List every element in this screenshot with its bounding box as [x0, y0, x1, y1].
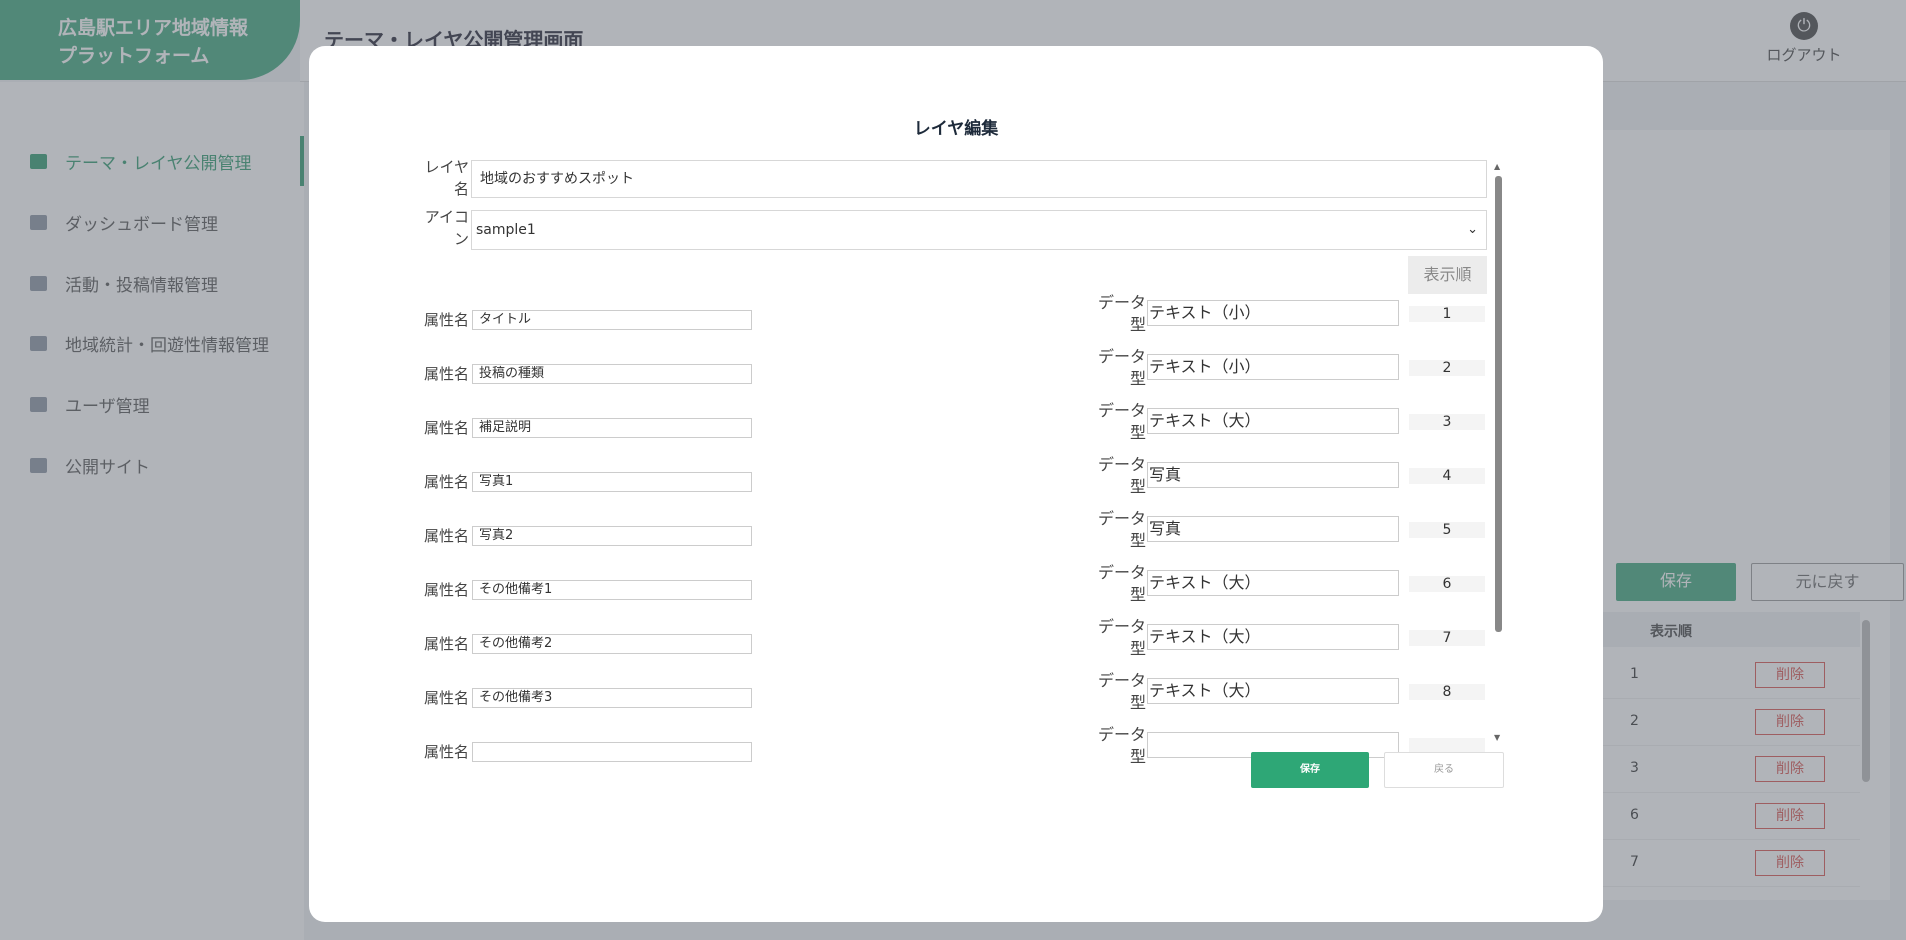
attribute-name-label: 属性名 [423, 473, 469, 491]
layer-edit-modal: レイヤ編集 レイヤ 名 地域のおすすめスポット アイコ ン sample1 ⌄ … [309, 46, 1603, 922]
attribute-name-label: 属性名 [423, 527, 469, 545]
layer-name-input[interactable]: 地域のおすすめスポット [471, 160, 1487, 198]
attribute-name-label: 属性名 [423, 581, 469, 599]
attribute-name-input[interactable]: 写真2 [472, 526, 752, 546]
data-type-label: データ 型 [1097, 347, 1146, 388]
display-order-field[interactable]: 6 [1409, 576, 1485, 592]
attribute-row: 属性名 補足説明 データ 型 テキスト（大） 3 [409, 401, 1501, 456]
display-order-field[interactable]: 5 [1409, 522, 1485, 538]
attribute-row: 属性名 写真1 データ 型 写真 4 [409, 455, 1501, 510]
attribute-row: 属性名 投稿の種類 データ 型 テキスト（小） 2 [409, 347, 1501, 402]
attribute-row: 属性名 写真2 データ 型 写真 5 [409, 509, 1501, 564]
attribute-name-input[interactable]: 補足説明 [472, 418, 752, 438]
display-order-field[interactable]: 1 [1409, 306, 1485, 322]
attribute-name-input[interactable] [472, 742, 752, 762]
attribute-name-label: 属性名 [423, 635, 469, 653]
attribute-name-input[interactable]: 投稿の種類 [472, 364, 752, 384]
data-type-label: データ 型 [1097, 294, 1146, 334]
data-type-label: データ 型 [1097, 617, 1146, 658]
scroll-down-icon[interactable]: ▼ [1494, 733, 1500, 742]
attribute-name-label: 属性名 [423, 689, 469, 707]
icon-label: アイコ ン [424, 208, 469, 248]
display-order-field[interactable]: 2 [1409, 360, 1485, 376]
display-order-field[interactable]: 3 [1409, 414, 1485, 430]
data-type-field[interactable]: テキスト（大） [1147, 570, 1399, 596]
modal-title: レイヤ編集 [913, 119, 999, 139]
display-order-field[interactable]: 4 [1409, 468, 1485, 484]
data-type-label: データ 型 [1097, 509, 1146, 550]
chevron-down-icon: ⌄ [1467, 222, 1478, 237]
attribute-name-input[interactable]: その他備考3 [472, 688, 752, 708]
data-type-label: データ 型 [1097, 455, 1146, 496]
icon-select[interactable]: sample1 ⌄ [471, 210, 1487, 250]
attribute-row: 属性名 その他備考2 データ 型 テキスト（大） 7 [409, 617, 1501, 672]
attribute-name-label: 属性名 [423, 419, 469, 437]
data-type-field[interactable]: 写真 [1147, 462, 1399, 488]
attribute-list: 属性名 タイトル データ 型 テキスト（小） 1 属性名 投稿の種類 データ 型… [409, 294, 1501, 790]
scroll-up-icon[interactable]: ▲ [1494, 162, 1500, 171]
icon-select-value: sample1 [476, 222, 536, 238]
attribute-scrollbar[interactable]: ▲ ▼ [1493, 162, 1505, 742]
data-type-label: データ 型 [1097, 401, 1146, 442]
attribute-name-label: 属性名 [423, 311, 469, 329]
data-type-label: データ 型 [1097, 671, 1146, 712]
attribute-name-input[interactable]: その他備考1 [472, 580, 752, 600]
attribute-name-label: 属性名 [423, 365, 469, 383]
order-column-header: 表示順 [1408, 256, 1487, 294]
display-order-field[interactable]: 8 [1409, 684, 1485, 700]
data-type-label: データ 型 [1097, 725, 1146, 766]
attribute-row: 属性名 タイトル データ 型 テキスト（小） 1 [409, 294, 1501, 348]
data-type-label: データ 型 [1097, 563, 1146, 604]
data-type-field[interactable]: 写真 [1147, 516, 1399, 542]
attribute-row: 属性名 その他備考3 データ 型 テキスト（大） 8 [409, 671, 1501, 726]
back-button[interactable]: 戻る [1384, 752, 1504, 788]
display-order-field[interactable]: 7 [1409, 630, 1485, 646]
scrollbar-thumb[interactable] [1495, 176, 1502, 632]
attribute-name-label: 属性名 [423, 743, 469, 761]
attribute-name-input[interactable]: タイトル [472, 310, 752, 330]
data-type-field[interactable]: テキスト（大） [1147, 624, 1399, 650]
attribute-name-input[interactable]: 写真1 [472, 472, 752, 492]
attribute-name-input[interactable]: その他備考2 [472, 634, 752, 654]
data-type-field[interactable]: テキスト（大） [1147, 678, 1399, 704]
data-type-field[interactable]: テキスト（小） [1147, 300, 1399, 326]
save-button[interactable]: 保存 [1251, 752, 1369, 788]
data-type-field[interactable]: テキスト（小） [1147, 354, 1399, 380]
layer-name-label: レイヤ 名 [424, 158, 469, 198]
data-type-field[interactable]: テキスト（大） [1147, 408, 1399, 434]
attribute-row: 属性名 その他備考1 データ 型 テキスト（大） 6 [409, 563, 1501, 618]
